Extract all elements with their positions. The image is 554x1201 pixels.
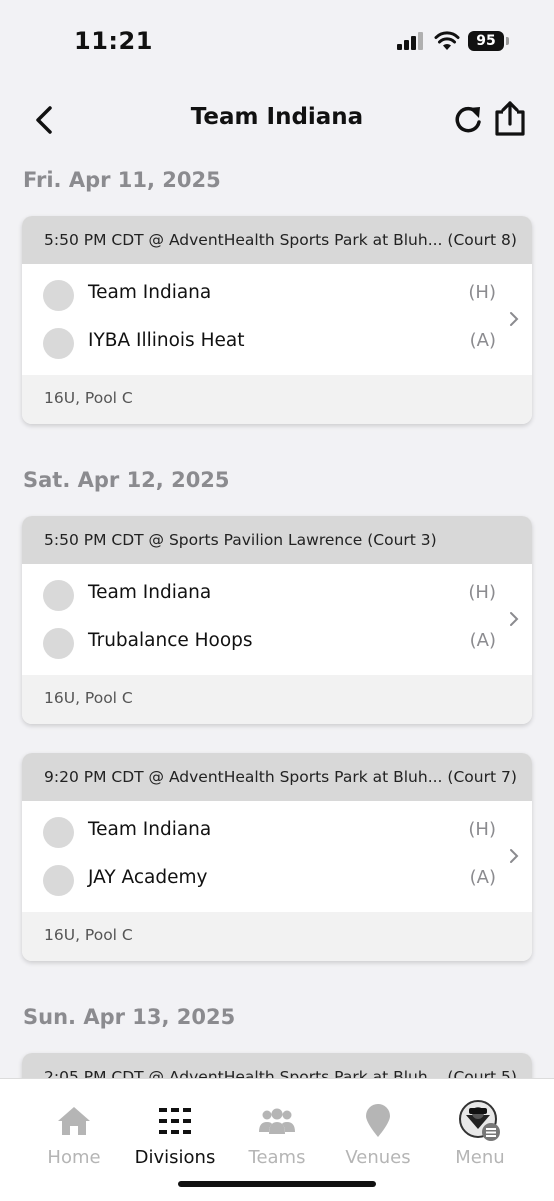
game-matchup: Team Indiana (H) IYBA Illinois Heat (A): [22, 264, 532, 375]
home-team-row: Team Indiana (H): [22, 808, 502, 856]
home-away-tag: (A): [469, 630, 496, 651]
home-away-tag: (A): [469, 867, 496, 888]
battery-nub: [506, 37, 509, 45]
tab-label: Teams: [248, 1147, 306, 1168]
navigation-bar: Team Indiana: [0, 90, 554, 150]
tab-home[interactable]: Home: [24, 1101, 124, 1168]
home-indicator: [178, 1181, 376, 1187]
tab-menu[interactable]: Menu: [430, 1100, 530, 1168]
chevron-right-icon: [510, 612, 519, 626]
away-team-row: JAY Academy (A): [22, 856, 502, 904]
team-name: IYBA Illinois Heat: [88, 330, 245, 351]
team-name: Team Indiana: [88, 819, 212, 840]
battery-icon: 95: [468, 31, 504, 51]
away-team-row: IYBA Illinois Heat (A): [22, 319, 502, 367]
team-name: Team Indiana: [88, 282, 212, 303]
team-logo-placeholder: [43, 328, 74, 359]
divisions-icon: [159, 1108, 191, 1134]
date-header: Fri. Apr 11, 2025: [23, 168, 221, 192]
game-matchup: Team Indiana (H) Trubalance Hoops (A): [22, 564, 532, 675]
status-bar: 11:21 95: [0, 0, 554, 80]
game-card[interactable]: 5:50 PM CDT @ AdventHealth Sports Park a…: [22, 216, 532, 424]
away-team-row: Trubalance Hoops (A): [22, 619, 502, 667]
location-pin-icon: [366, 1104, 390, 1137]
game-card[interactable]: 9:20 PM CDT @ AdventHealth Sports Park a…: [22, 753, 532, 961]
chevron-right-icon: [510, 849, 519, 863]
date-header: Sun. Apr 13, 2025: [23, 1005, 236, 1029]
team-name: Team Indiana: [88, 582, 212, 603]
tab-divisions[interactable]: Divisions: [125, 1101, 225, 1168]
tab-teams[interactable]: Teams: [227, 1101, 327, 1168]
team-logo-placeholder: [43, 280, 74, 311]
home-team-row: Team Indiana (H): [22, 571, 502, 619]
game-time-venue: 5:50 PM CDT @ AdventHealth Sports Park a…: [22, 216, 532, 264]
game-division: 16U, Pool C: [22, 912, 532, 961]
status-time: 11:21: [74, 27, 153, 55]
game-matchup: Team Indiana (H) JAY Academy (A): [22, 801, 532, 912]
date-header: Sat. Apr 12, 2025: [23, 468, 230, 492]
chevron-right-icon: [510, 312, 519, 326]
game-card[interactable]: 5:50 PM CDT @ Sports Pavilion Lawrence (…: [22, 516, 532, 724]
wifi-icon: [434, 31, 460, 50]
home-away-tag: (A): [469, 330, 496, 351]
tab-label: Venues: [345, 1147, 411, 1168]
game-division: 16U, Pool C: [22, 375, 532, 424]
team-logo-placeholder: [43, 865, 74, 896]
cellular-signal-icon: [397, 32, 423, 50]
gold-logo-menu-icon: [459, 1100, 500, 1141]
tab-label: Home: [47, 1147, 101, 1168]
game-time-venue: 9:20 PM CDT @ AdventHealth Sports Park a…: [22, 753, 532, 801]
home-icon: [58, 1107, 90, 1135]
game-division: 16U, Pool C: [22, 675, 532, 724]
tab-label: Menu: [455, 1147, 505, 1168]
tab-venues[interactable]: Venues: [328, 1101, 428, 1168]
home-away-tag: (H): [468, 282, 496, 303]
home-team-row: Team Indiana (H): [22, 271, 502, 319]
home-away-tag: (H): [468, 582, 496, 603]
teams-icon: [259, 1108, 295, 1134]
team-logo-placeholder: [43, 628, 74, 659]
team-logo-placeholder: [43, 817, 74, 848]
team-logo-placeholder: [43, 580, 74, 611]
game-time-venue: 5:50 PM CDT @ Sports Pavilion Lawrence (…: [22, 516, 532, 564]
share-icon[interactable]: [492, 100, 528, 138]
team-name: JAY Academy: [88, 867, 208, 888]
team-name: Trubalance Hoops: [88, 630, 253, 651]
home-away-tag: (H): [468, 819, 496, 840]
refresh-icon[interactable]: [450, 102, 486, 138]
tab-label: Divisions: [134, 1147, 216, 1168]
